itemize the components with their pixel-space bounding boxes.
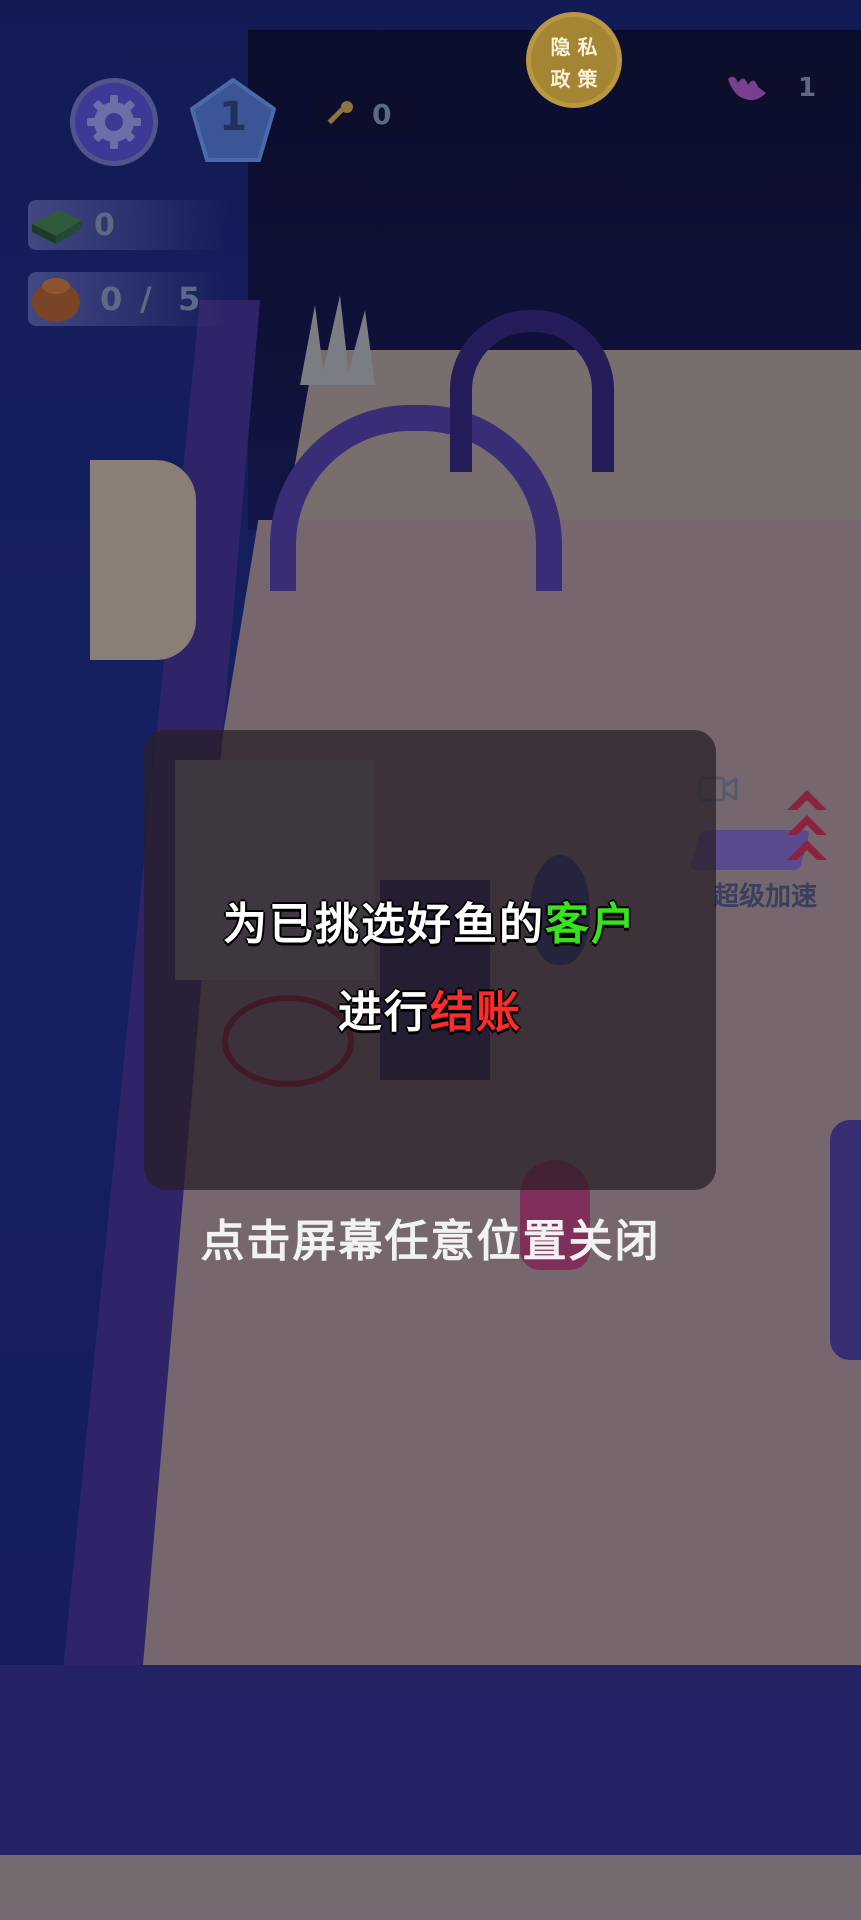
tutorial-line-2-text: 进行 [338,987,430,1038]
cash-amount: 0 [94,208,115,243]
key-count: 0 [372,98,392,131]
gem-count: 1 [798,73,817,103]
tutorial-line-1: 为已挑选好鱼的客户 [144,888,716,952]
gem-icon [728,76,766,101]
gem-counter: 1 [716,66,846,110]
privacy-line-1: 隐 私 [550,35,598,59]
cash-stack-icon [32,210,82,244]
key-counter: 0 [312,94,416,136]
capacity-separator: / [140,280,152,318]
tutorial-panel: 为已挑选好鱼的客户 进行结账 [144,730,716,1190]
fish-bag-icon [32,278,80,322]
capacity-counter: 0 / 5 [28,272,228,326]
speed-arrows-icon [787,790,827,860]
tutorial-line-2: 进行结账 [144,976,716,1040]
capacity-current: 0 [100,280,123,318]
tutorial-line-1-text: 为已挑选好鱼的 [223,899,545,950]
privacy-policy-button[interactable]: 隐 私 政 策 [526,12,622,108]
level-badge[interactable]: 1 [188,76,278,166]
level-number: 1 [219,94,247,140]
settings-button[interactable] [70,78,158,166]
tutorial-customer-highlight: 客户 [545,899,637,950]
cash-counter: 0 [28,200,228,250]
key-icon [327,101,353,125]
capacity-max: 5 [178,280,201,318]
tap-to-close-hint: 点击屏幕任意位置关闭 [200,1216,661,1267]
tutorial-checkout-highlight: 结账 [430,987,522,1038]
gear-icon [87,95,141,149]
privacy-line-2: 政 策 [550,67,598,91]
